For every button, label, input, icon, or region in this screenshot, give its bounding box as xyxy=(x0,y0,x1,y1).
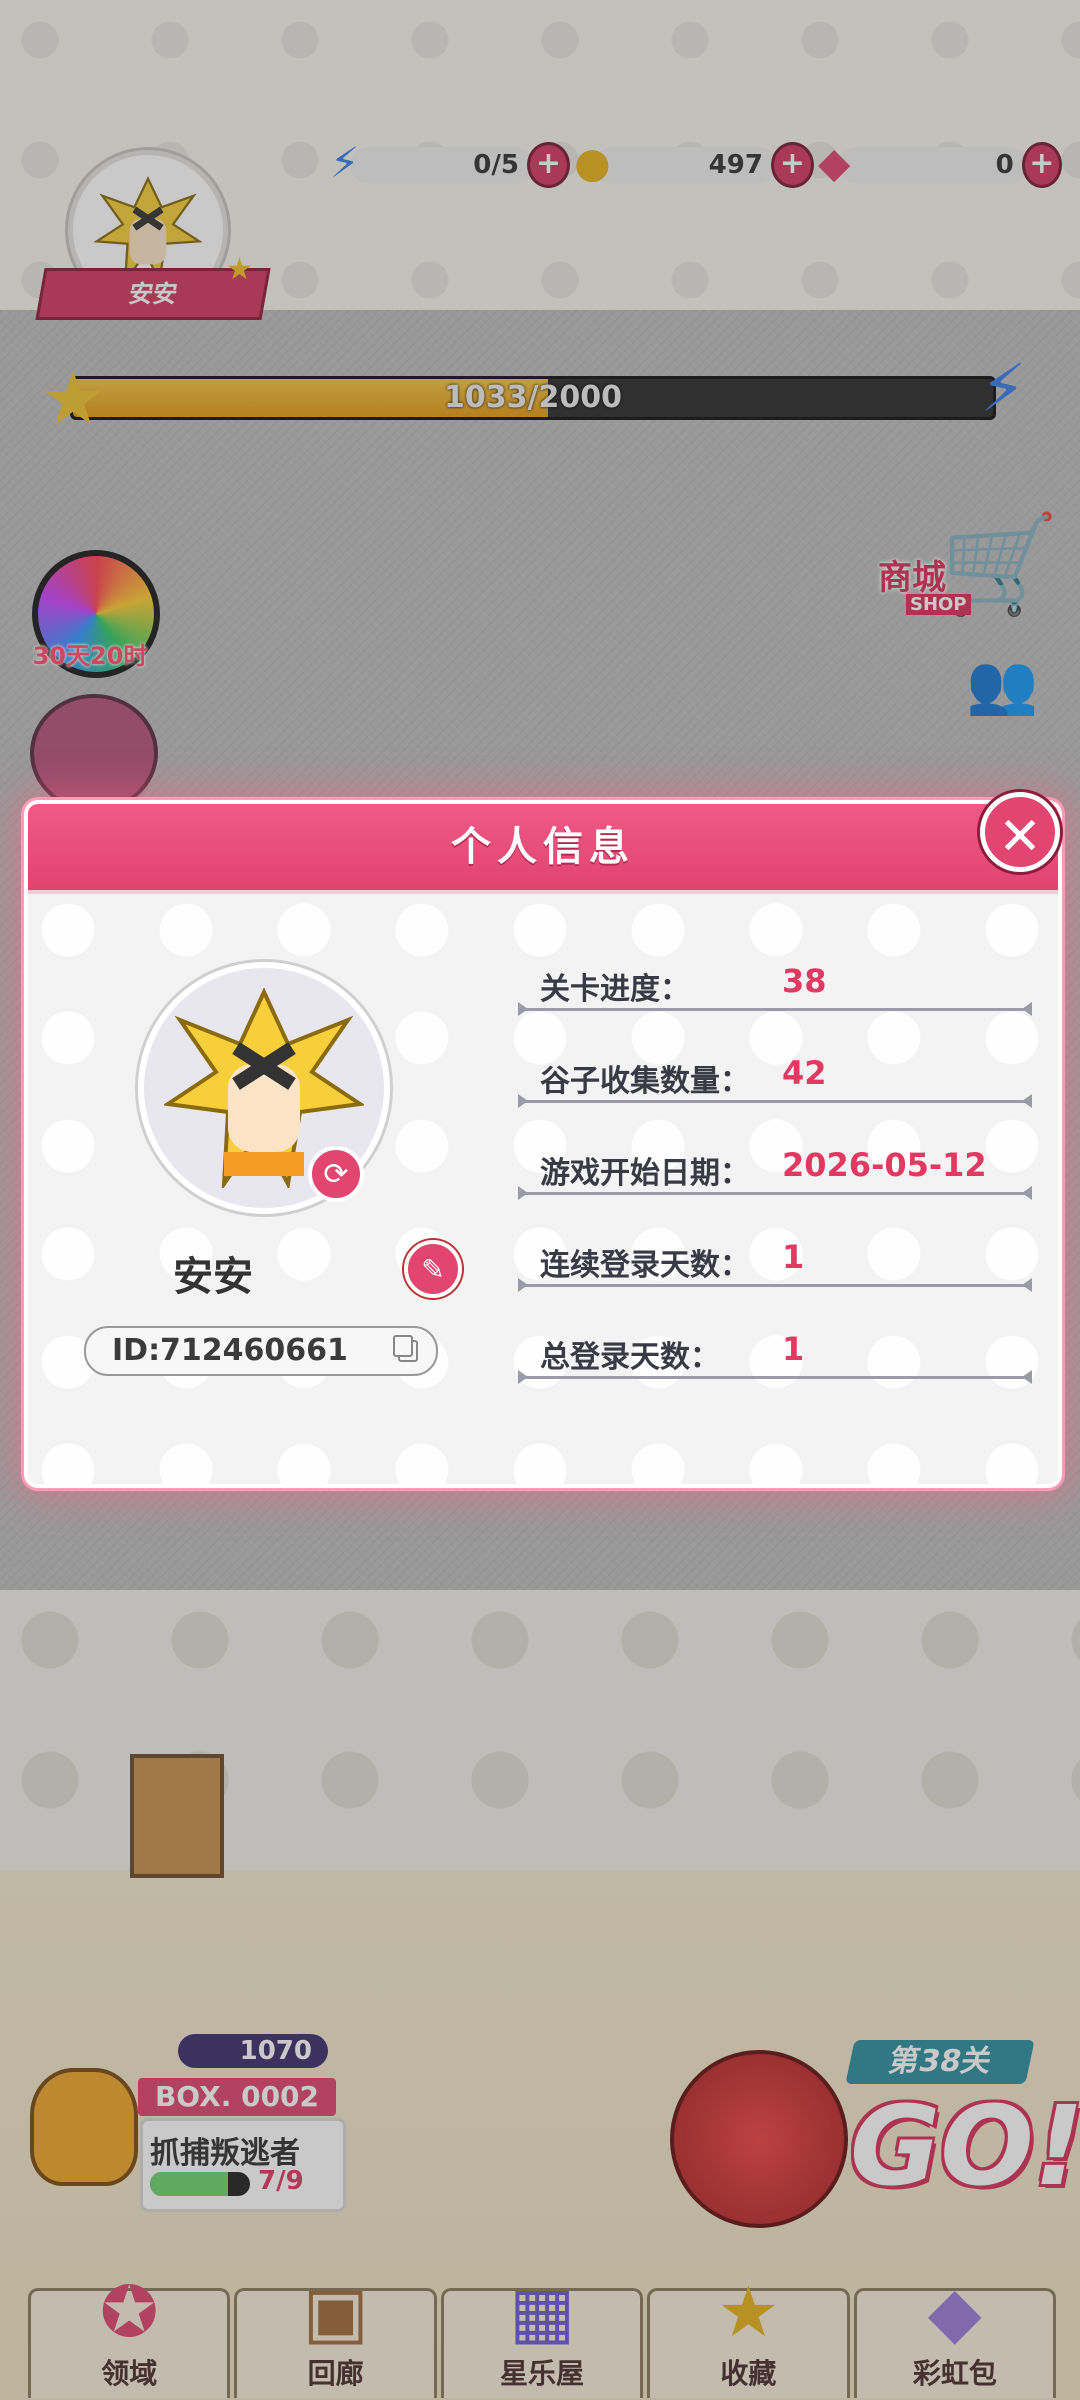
box-count: 7/9 xyxy=(258,2166,304,2196)
stat-label: 谷子收集数量： xyxy=(540,1064,750,1099)
divider xyxy=(518,1186,1032,1200)
stat-value: 1 xyxy=(782,1238,805,1276)
lightning-icon: ⚡ xyxy=(980,350,1027,427)
stat-row-level-progress: 关卡进度： 38 xyxy=(518,942,1032,1034)
nav-item-collection[interactable]: ★ 收藏 xyxy=(647,2271,850,2398)
player-id: ID:712460661 xyxy=(112,1333,348,1368)
current-level-label: 第38关 xyxy=(845,2040,1035,2084)
star-icon: ★ xyxy=(226,252,253,287)
close-button[interactable]: ✕ xyxy=(980,792,1060,872)
nav-label: 彩虹包 xyxy=(912,2357,997,2390)
stat-value: 2026-05-12 xyxy=(782,1146,987,1184)
go-label: GO! xyxy=(850,2082,1080,2210)
shop-sub-label: SHOP xyxy=(906,594,971,615)
box-title: BOX. 0002 xyxy=(138,2078,336,2116)
add-gems-button[interactable]: + xyxy=(1021,142,1062,188)
nav-label: 星乐屋 xyxy=(500,2357,585,2390)
stat-row-total-login: 总登录天数： 1 xyxy=(518,1310,1032,1402)
stat-label: 关卡进度： xyxy=(540,972,690,1007)
divider xyxy=(518,1094,1032,1108)
profile-modal: 个人信息 ⟳ 安安 ✎ ID:712460661 关卡进度： 38 谷子收集数量… xyxy=(24,800,1062,1488)
edit-name-button[interactable]: ✎ xyxy=(404,1240,462,1298)
go-character-image xyxy=(670,2050,848,2228)
go-button[interactable]: 第38关 GO! xyxy=(650,2010,1080,2230)
player-name: 安安 xyxy=(173,1254,253,1300)
coin-icon: ● xyxy=(574,138,611,187)
stat-value: 1 xyxy=(782,1330,805,1368)
energy-resource: 0/5 + ⚡ xyxy=(330,138,570,190)
character-card-stand[interactable] xyxy=(130,1754,224,1878)
stats-list: 关卡进度： 38 谷子收集数量： 42 游戏开始日期： 2026-05-12 连… xyxy=(518,942,1032,1402)
modal-title: 个人信息 xyxy=(451,824,635,870)
xp-text: 1033/2000 xyxy=(444,380,622,415)
nav-label: 回廊 xyxy=(307,2357,364,2390)
bottom-nav: ✪ 领域 ▣ 回廊 ▦ 星乐屋 ★ 收藏 ◆ 彩虹包 xyxy=(28,2271,1057,2398)
nav-label: 收藏 xyxy=(720,2357,777,2390)
lightning-icon: ⚡ xyxy=(330,138,360,187)
nav-item-star-house[interactable]: ▦ 星乐屋 xyxy=(440,2271,644,2398)
stat-label: 游戏开始日期： xyxy=(540,1156,750,1191)
player-id-box: ID:712460661 xyxy=(84,1326,438,1376)
picture-frame-icon: ▣ xyxy=(302,2271,369,2353)
level-star-icon: ★ xyxy=(40,356,107,442)
stat-row-consecutive-login: 连续登录天数： 1 xyxy=(518,1218,1032,1310)
change-avatar-button[interactable]: ⟳ xyxy=(308,1146,364,1202)
coin-value: 497 xyxy=(594,147,777,183)
gem-value: 0 xyxy=(838,147,1028,183)
box-coin-count: 1070 xyxy=(178,2034,328,2068)
friends-icon[interactable]: 👥 xyxy=(966,650,1038,719)
shop-label: 商城 xyxy=(878,558,946,598)
box-progress-bar xyxy=(150,2172,250,2196)
box-progress-fill xyxy=(150,2172,228,2196)
stat-row-collection-count: 谷子收集数量： 42 xyxy=(518,1034,1032,1126)
crystal-icon: ◆ xyxy=(927,2271,982,2353)
nav-label: 领域 xyxy=(101,2357,158,2390)
coin-resource: 497 + ● xyxy=(574,138,814,190)
nav-item-gallery[interactable]: ▣ 回廊 xyxy=(234,2271,437,2398)
divider xyxy=(518,1002,1032,1016)
shop-button[interactable]: 🛒 商城 SHOP xyxy=(878,508,1060,620)
stat-value: 42 xyxy=(782,1054,827,1092)
add-coins-button[interactable]: + xyxy=(770,142,814,188)
copy-icon[interactable] xyxy=(393,1335,418,1362)
stat-label: 总登录天数： xyxy=(540,1340,720,1375)
divider xyxy=(518,1370,1032,1384)
star-icon: ★ xyxy=(717,2271,780,2353)
stat-value: 38 xyxy=(782,962,827,1000)
energy-value: 0/5 xyxy=(350,147,533,183)
divider xyxy=(518,1278,1032,1292)
domain-icon: ✪ xyxy=(99,2271,159,2353)
event-timer: 30天20时 xyxy=(32,642,148,670)
potion-event-button[interactable] xyxy=(30,694,158,812)
nav-item-domain[interactable]: ✪ 领域 xyxy=(28,2271,231,2398)
stat-row-start-date: 游戏开始日期： 2026-05-12 xyxy=(518,1126,1032,1218)
box-icon: ▦ xyxy=(508,2271,576,2353)
gem-resource: 0 + ◆ xyxy=(818,138,1062,190)
add-energy-button[interactable]: + xyxy=(526,142,570,188)
modal-header: 个人信息 xyxy=(28,804,1058,894)
xp-bar: 1033/2000 xyxy=(70,376,996,420)
stat-label: 连续登录天数： xyxy=(540,1248,750,1283)
gem-icon: ◆ xyxy=(818,138,851,187)
nav-item-rainbow-pack[interactable]: ◆ 彩虹包 xyxy=(853,2271,1057,2398)
